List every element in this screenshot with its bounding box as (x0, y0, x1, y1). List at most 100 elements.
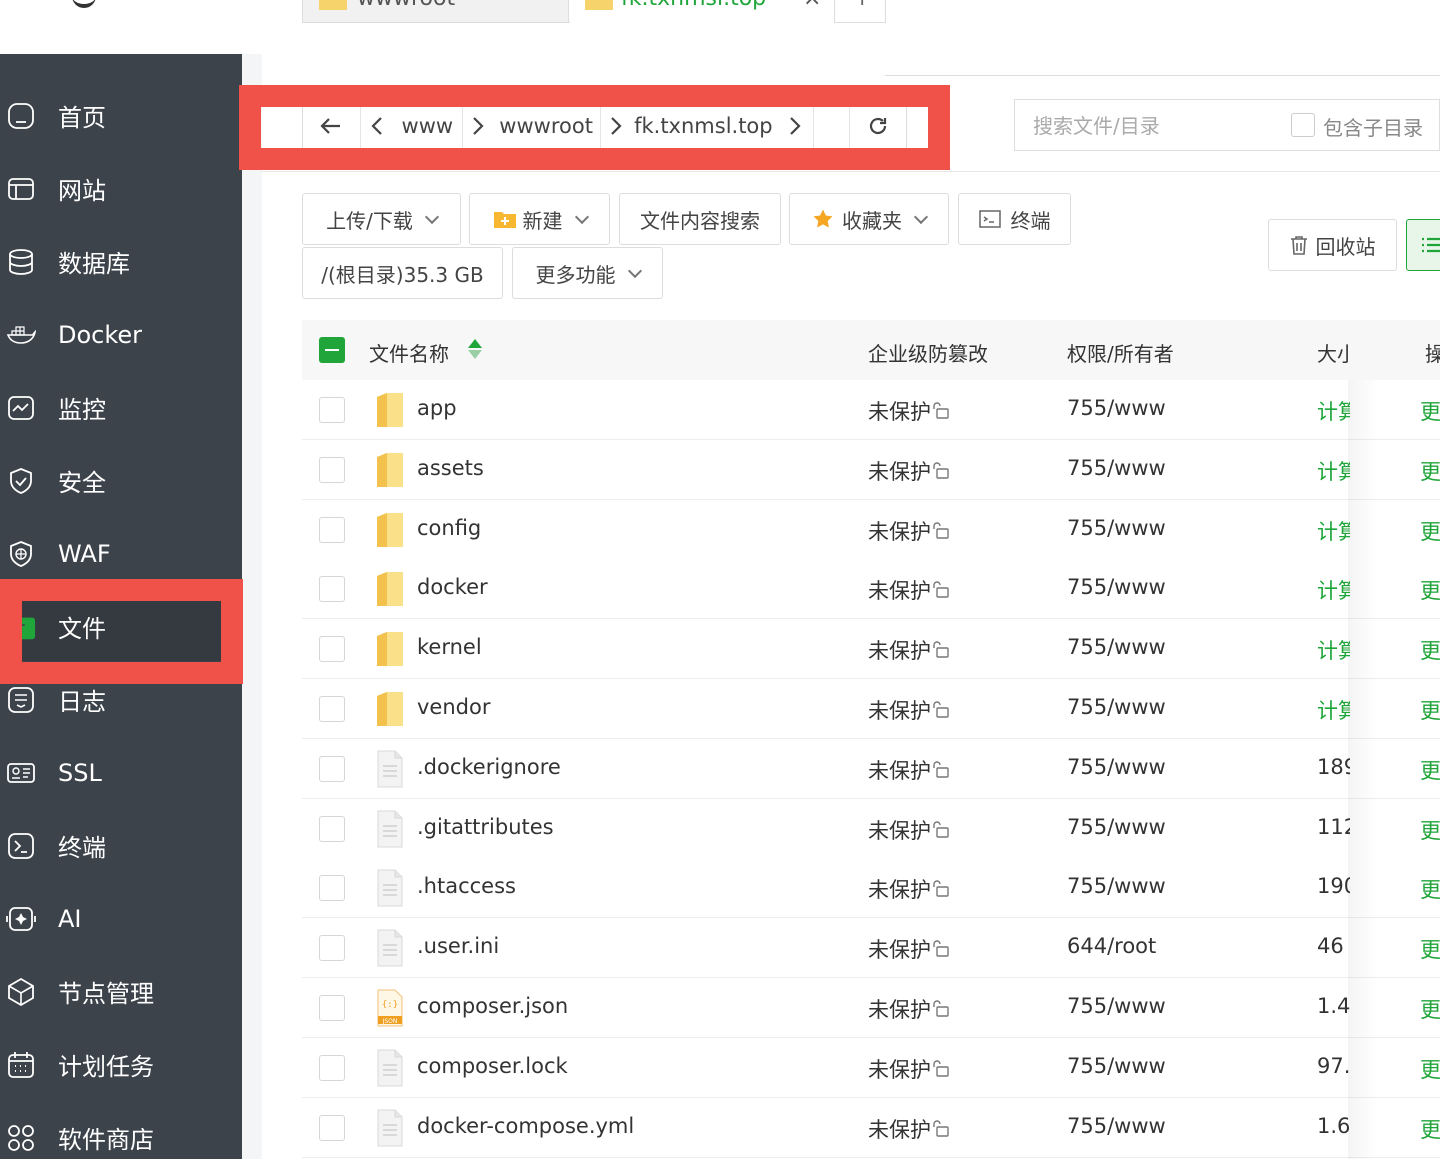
row-checkbox[interactable] (319, 755, 345, 782)
column-header-name[interactable]: 文件名称 (369, 338, 449, 367)
table-row[interactable]: .htaccess 未保护 755/www 190 更多 (302, 858, 1440, 919)
back-button[interactable] (303, 104, 361, 148)
sidebar-item-docker[interactable]: Docker (0, 298, 242, 371)
permission-owner[interactable]: 755/www (1067, 396, 1166, 420)
calculate-size-link[interactable]: 计算 (1317, 396, 1350, 426)
terminal-button[interactable]: 终端 (958, 193, 1071, 245)
table-row[interactable]: .gitattributes 未保护 755/www 112 更多 (302, 798, 1440, 859)
unlock-icon[interactable] (932, 819, 949, 838)
file-name[interactable]: config (417, 516, 481, 540)
more-actions-link[interactable]: 更多 (1420, 456, 1440, 486)
add-tab-button[interactable]: + (834, 0, 886, 23)
protection-status[interactable]: 未保护 (868, 695, 931, 725)
permission-owner[interactable]: 755/www (1067, 575, 1166, 599)
sidebar-item-app-store[interactable]: 软件商店 (0, 1101, 242, 1174)
more-actions-link[interactable]: 更多 (1420, 994, 1440, 1024)
breadcrumb-item-wwwroot[interactable]: wwwroot (493, 104, 601, 148)
calculate-size-link[interactable]: 计算 (1317, 516, 1350, 546)
more-actions-link[interactable]: 更多 (1420, 755, 1440, 785)
refresh-button[interactable] (850, 104, 906, 148)
unlock-icon[interactable] (932, 699, 949, 718)
unlock-icon[interactable] (932, 1058, 949, 1077)
table-row[interactable]: .user.ini 未保护 644/root 46 B 更多 (302, 918, 1440, 979)
protection-status[interactable]: 未保护 (868, 575, 931, 605)
row-checkbox[interactable] (319, 815, 345, 842)
upload-download-button[interactable]: 上传/下载 (302, 193, 461, 245)
more-actions-link[interactable]: 更多 (1420, 874, 1440, 904)
file-name[interactable]: docker-compose.yml (417, 1114, 634, 1138)
file-name[interactable]: app (417, 396, 457, 420)
permission-owner[interactable]: 644/root (1067, 934, 1156, 958)
permission-owner[interactable]: 755/www (1067, 516, 1166, 540)
breadcrumb-input-area[interactable] (814, 104, 851, 148)
table-row[interactable]: assets 未保护 755/www 计算 更多 (302, 439, 1440, 500)
favorites-button[interactable]: 收藏夹 (789, 193, 949, 245)
row-checkbox[interactable] (319, 397, 345, 423)
permission-owner[interactable]: 755/www (1067, 815, 1166, 839)
content-search-button[interactable]: 文件内容搜索 (619, 193, 781, 245)
permission-owner[interactable]: 755/www (1067, 456, 1166, 480)
permission-owner[interactable]: 755/www (1067, 874, 1166, 898)
sidebar-item-monitor[interactable]: 监控 (0, 371, 242, 444)
row-checkbox[interactable] (319, 995, 345, 1021)
file-name[interactable]: vendor (417, 695, 490, 719)
sidebar-item-ai[interactable]: AI (0, 882, 242, 955)
row-checkbox[interactable] (319, 935, 345, 962)
unlock-icon[interactable] (932, 579, 949, 599)
unlock-icon[interactable] (932, 938, 949, 957)
more-actions-link[interactable]: 更多 (1420, 635, 1440, 665)
unlock-icon[interactable] (932, 460, 949, 479)
permission-owner[interactable]: 755/www (1067, 1054, 1166, 1078)
search-input[interactable] (1031, 112, 1285, 140)
row-checkbox[interactable] (319, 696, 345, 722)
include-subdir-checkbox[interactable] (1291, 113, 1315, 137)
sidebar-item-log[interactable]: 日志 (0, 663, 242, 736)
unlock-icon[interactable] (932, 759, 949, 778)
calculate-size-link[interactable]: 计算 (1317, 695, 1350, 725)
tab-close-icon[interactable]: × (803, 0, 821, 11)
sidebar-item-calendar[interactable]: 计划任务 (0, 1028, 242, 1101)
file-name[interactable]: .gitattributes (417, 815, 554, 839)
file-name[interactable]: composer.lock (417, 1054, 568, 1078)
permission-owner[interactable]: 755/www (1067, 695, 1166, 719)
table-row[interactable]: app 未保护 755/www 计算 更多 (302, 380, 1440, 440)
file-name[interactable]: .user.ini (417, 934, 499, 958)
more-actions-link[interactable]: 更多 (1420, 695, 1440, 725)
table-row[interactable]: .dockerignore 未保护 755/www 189 更多 (302, 738, 1440, 799)
table-row[interactable]: {:} JSON composer.json 未保护 755/www 1.49 更多 (302, 978, 1440, 1038)
tab-fk-txnmsl-top[interactable]: fk.txnmsl.top × (568, 0, 836, 22)
protection-status[interactable]: 未保护 (868, 755, 931, 785)
breadcrumb-item-current[interactable]: fk.txnmsl.top (630, 104, 776, 148)
unlock-icon[interactable] (932, 520, 949, 539)
protection-status[interactable]: 未保护 (868, 934, 931, 964)
file-name[interactable]: assets (417, 456, 484, 480)
tab-wwwroot[interactable]: wwwroot (302, 0, 570, 23)
file-name[interactable]: .dockerignore (417, 755, 561, 779)
protection-status[interactable]: 未保护 (868, 1114, 931, 1144)
file-name[interactable]: kernel (417, 635, 482, 659)
permission-owner[interactable]: 755/www (1067, 635, 1166, 659)
file-name[interactable]: .htaccess (417, 874, 516, 898)
table-row[interactable]: docker 未保护 755/www 计算 更多 (302, 559, 1440, 620)
protection-status[interactable]: 未保护 (868, 1054, 931, 1084)
more-actions-link[interactable]: 更多 (1420, 516, 1440, 546)
disk-button[interactable]: /(根目录)35.3 GB (302, 247, 503, 299)
sidebar-item-website[interactable]: 网站 (0, 152, 242, 225)
table-row[interactable]: vendor 未保护 755/www 计算 更多 (302, 679, 1440, 739)
more-actions-link[interactable]: 更多 (1420, 396, 1440, 426)
more-actions-link[interactable]: 更多 (1420, 1114, 1440, 1144)
calculate-size-link[interactable]: 计算 (1317, 575, 1350, 605)
row-checkbox[interactable] (319, 516, 345, 543)
table-row[interactable]: config 未保护 755/www 计算 更多 (302, 499, 1440, 560)
recycle-bin-button[interactable]: 回收站 (1268, 219, 1397, 271)
sidebar-item-terminal[interactable]: 终端 (0, 809, 242, 882)
table-row[interactable]: docker-compose.yml 未保护 755/www 1.66 更多 (302, 1097, 1440, 1158)
sidebar-item-folder[interactable]: 文件 (0, 590, 242, 663)
sidebar-item-database[interactable]: 数据库 (0, 225, 242, 298)
sort-icon[interactable] (467, 338, 483, 360)
table-row[interactable]: composer.lock 未保护 755/www 97.6 更多 (302, 1037, 1440, 1098)
more-actions-link[interactable]: 更多 (1420, 815, 1440, 845)
more-actions-link[interactable]: 更多 (1420, 575, 1440, 605)
sidebar-item-waf[interactable]: WAF (0, 517, 242, 590)
column-header-size[interactable]: 大小 (1317, 338, 1350, 367)
